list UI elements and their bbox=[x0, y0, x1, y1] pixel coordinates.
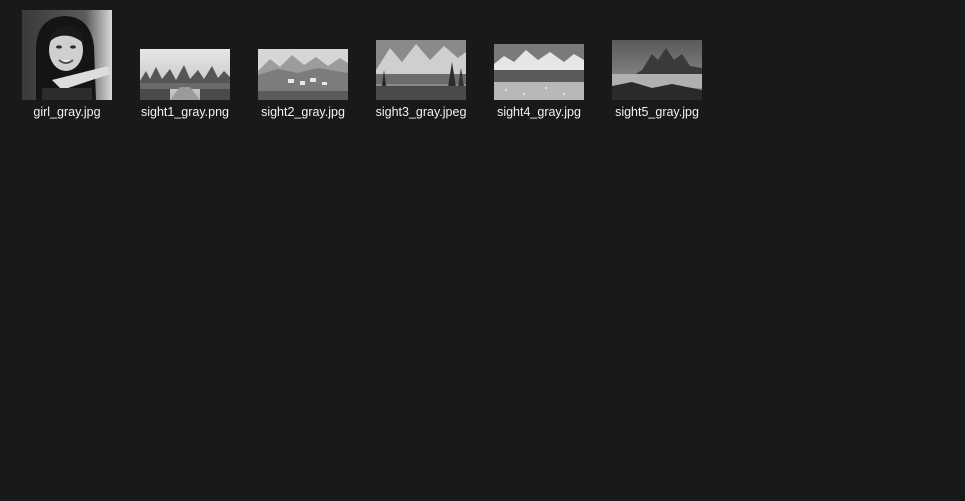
file-name-label: sight4_gray.jpg bbox=[497, 105, 581, 119]
landscape-thumbnail bbox=[494, 44, 584, 100]
file-item-sight1-gray[interactable]: sight1_gray.png bbox=[130, 6, 240, 146]
file-item-sight5-gray[interactable]: sight5_gray.jpg bbox=[602, 6, 712, 146]
landscape-thumbnail bbox=[376, 40, 466, 100]
portrait-thumbnail bbox=[22, 10, 112, 100]
thumbnail-frame bbox=[612, 6, 702, 100]
file-name-label: girl_gray.jpg bbox=[33, 105, 101, 119]
file-name-label: sight5_gray.jpg bbox=[615, 105, 699, 119]
thumbnail-frame bbox=[140, 6, 230, 100]
thumbnail-frame bbox=[376, 6, 466, 100]
file-name-label: sight2_gray.jpg bbox=[261, 105, 345, 119]
file-item-sight4-gray[interactable]: sight4_gray.jpg bbox=[484, 6, 594, 146]
file-item-girl-gray[interactable]: girl_gray.jpg bbox=[12, 6, 122, 146]
file-item-sight2-gray[interactable]: sight2_gray.jpg bbox=[248, 6, 358, 146]
file-name-label: sight1_gray.png bbox=[140, 105, 230, 119]
thumbnail-frame bbox=[494, 6, 584, 100]
file-name-label: sight3_gray.jpeg bbox=[375, 105, 467, 119]
landscape-thumbnail bbox=[258, 49, 348, 100]
file-grid: girl_gray.jpg sight1_gray.png sight2_gra… bbox=[0, 0, 965, 501]
thumbnail-frame bbox=[258, 6, 348, 100]
landscape-thumbnail bbox=[612, 40, 702, 100]
thumbnail-frame bbox=[22, 6, 112, 100]
file-item-sight3-gray[interactable]: sight3_gray.jpeg bbox=[366, 6, 476, 146]
landscape-thumbnail bbox=[140, 49, 230, 100]
